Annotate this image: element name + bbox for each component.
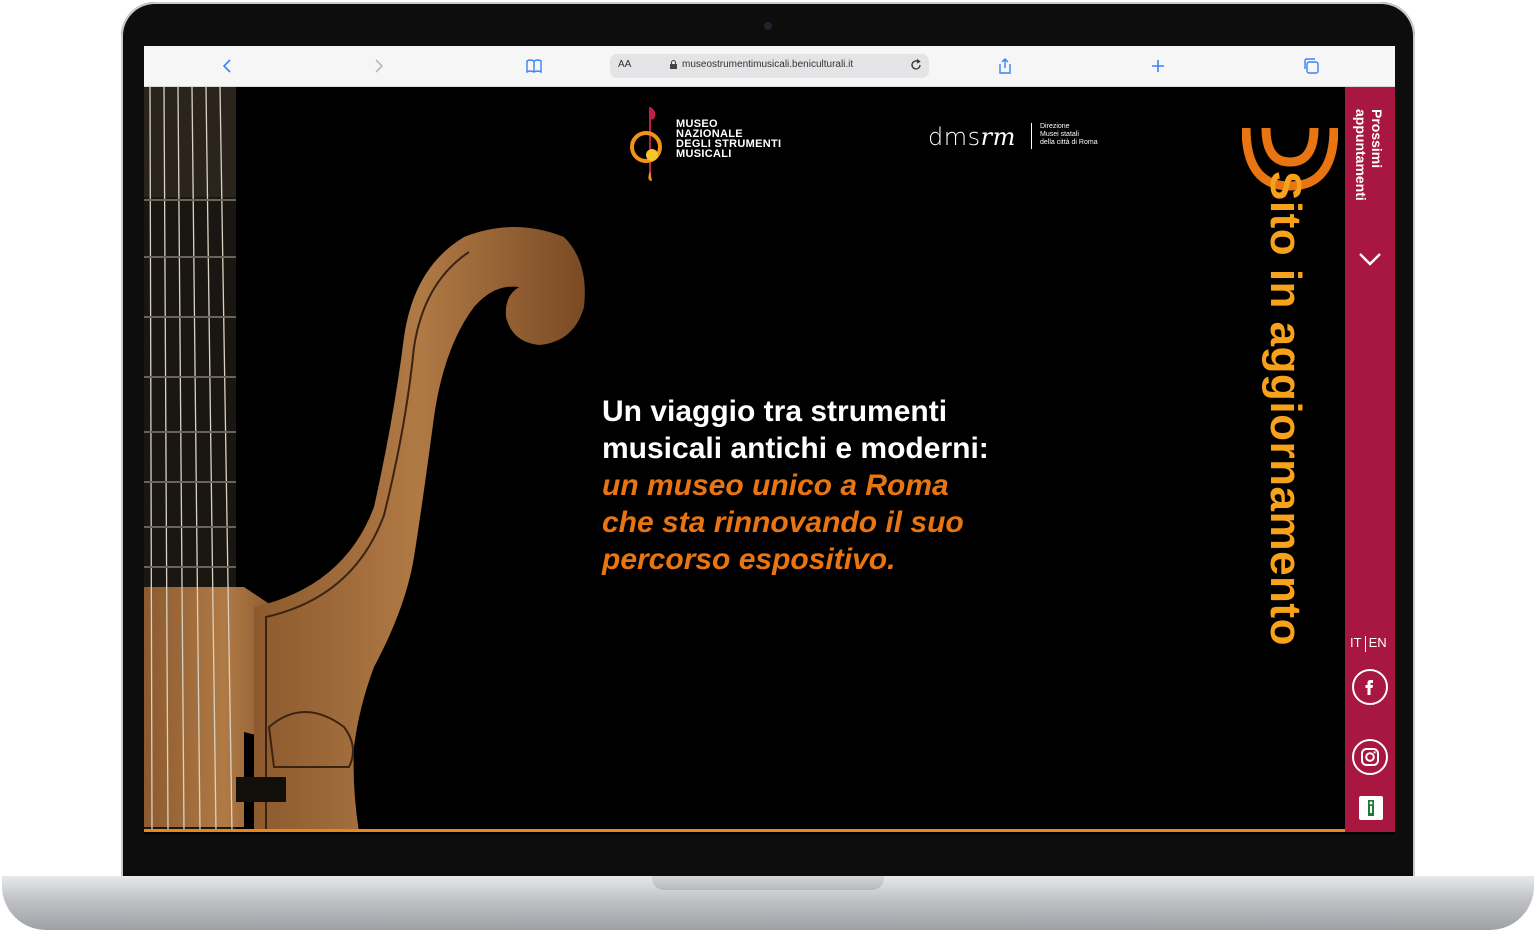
- lang-en-link[interactable]: EN: [1369, 635, 1387, 650]
- hero-highlight-line: che sta rinnovando il suo: [602, 506, 964, 539]
- instagram-icon[interactable]: [1352, 739, 1388, 775]
- orange-divider: [144, 829, 1345, 832]
- bookmarks-icon[interactable]: [525, 57, 543, 75]
- back-icon[interactable]: [218, 57, 236, 75]
- url-text: museostrumentimusicali.beniculturali.it: [682, 59, 854, 70]
- lang-divider: [1364, 635, 1366, 652]
- camera: [764, 22, 772, 30]
- text-size-button[interactable]: AA: [618, 59, 631, 70]
- vertical-title-text: Sito in aggiornamento: [1261, 171, 1310, 646]
- new-tab-icon[interactable]: [1149, 57, 1167, 75]
- accessibility-icon[interactable]: [1359, 796, 1383, 820]
- hero-highlight-line: un museo unico a Roma: [602, 469, 949, 502]
- dms-sub-line: Direzione: [1040, 123, 1070, 130]
- dms-sub-line: Musei statali: [1040, 131, 1079, 138]
- rm-text: rm: [980, 123, 1016, 151]
- chevron-down-icon[interactable]: [1358, 251, 1382, 267]
- lock-icon: [670, 60, 677, 69]
- laptop-hinge-notch: [652, 876, 884, 890]
- lyre-guitar-image: [144, 87, 585, 832]
- label-line: Prossimi: [1369, 109, 1385, 169]
- address-bar[interactable]: AA museostrumentimusicali.beniculturali.…: [610, 54, 929, 78]
- language-switcher: IT EN: [1350, 635, 1387, 652]
- hero-text: Un viaggio tra strumenti musicali antich…: [602, 393, 1072, 578]
- appointments-sidebar: Prossimi appuntamenti IT EN: [1345, 87, 1395, 832]
- tabs-icon[interactable]: [1302, 57, 1320, 75]
- screen: AA museostrumentimusicali.beniculturali.…: [144, 46, 1395, 834]
- dms-subtitle: Direzione Musei statali della città di R…: [1040, 123, 1098, 147]
- browser-toolbar: AA museostrumentimusicali.beniculturali.…: [144, 46, 1395, 87]
- hero-line: Un viaggio tra strumenti: [602, 395, 948, 428]
- share-icon[interactable]: [996, 57, 1014, 75]
- dms-text: dms: [928, 123, 981, 151]
- museum-logo-text: MUSEO NAZIONALE DEGLI STRUMENTI MUSICALI: [676, 119, 781, 160]
- vertical-title: Sito in aggiornamento: [1261, 171, 1310, 771]
- dms-sub-line: della città di Roma: [1040, 139, 1098, 146]
- facebook-icon[interactable]: [1352, 669, 1388, 705]
- label-line: appuntamenti: [1353, 109, 1369, 201]
- reload-icon[interactable]: [909, 58, 923, 72]
- museum-logo-line: MUSICALI: [676, 148, 732, 160]
- web-page: MUSEO NAZIONALE DEGLI STRUMENTI MUSICALI…: [144, 87, 1395, 834]
- logo-divider: [1031, 123, 1032, 149]
- hero-line: musicali antichi e moderni:: [602, 432, 989, 465]
- next-appointments-label: Prossimi appuntamenti: [1353, 109, 1385, 201]
- forward-icon[interactable]: [370, 57, 388, 75]
- hero-highlight-line: percorso espositivo.: [602, 543, 896, 576]
- lang-it-link[interactable]: IT: [1350, 635, 1362, 650]
- dmsrm-logo[interactable]: dmsrm Direzione Musei statali della citt…: [928, 123, 1098, 151]
